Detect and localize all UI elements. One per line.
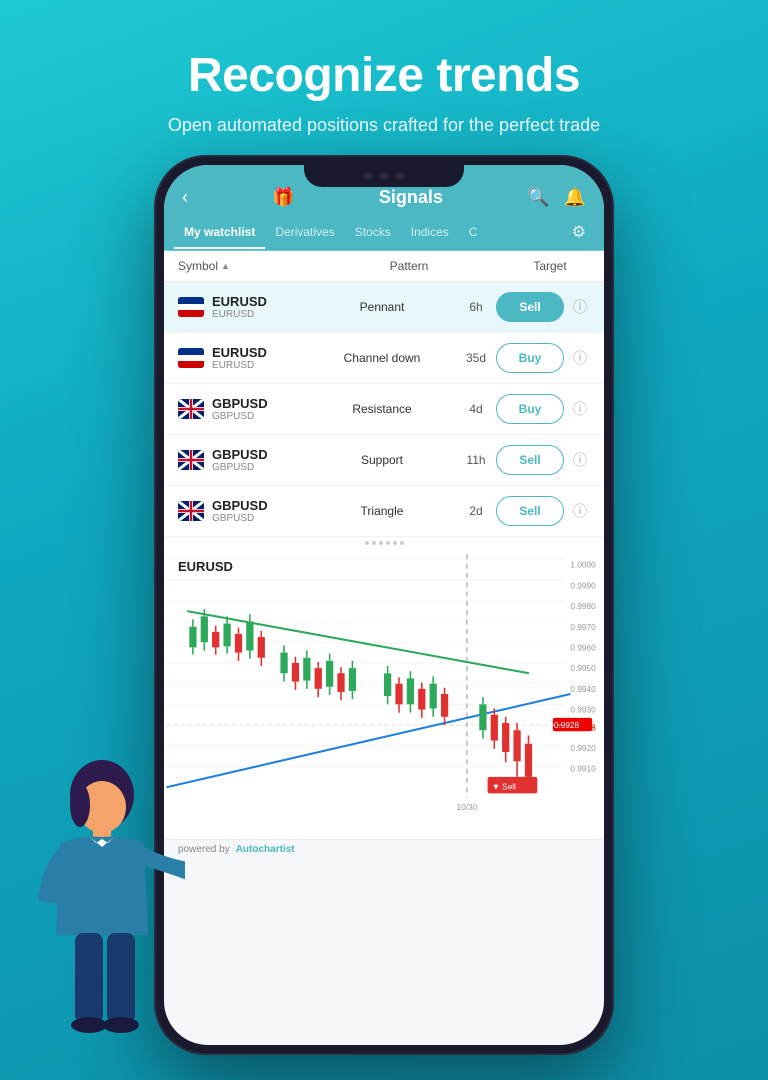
symbol-sub: GBPUSD — [212, 411, 268, 422]
symbol-block: GBPUSDGBPUSD — [178, 447, 308, 473]
signal-list: EURUSDEURUSDPennant6hSellⓘEURUSDEURUSDCh… — [164, 282, 604, 537]
info-icon[interactable]: ⓘ — [570, 348, 590, 368]
target-column-header: Target — [510, 259, 590, 273]
symbol-block: EURUSDEURUSD — [178, 294, 308, 320]
sell-button[interactable]: Sell — [496, 292, 564, 322]
candlestick-chart: 1.0000 0.9990 0.9980 0.9970 0.9960 0.995… — [164, 549, 604, 839]
svg-text:0.9920: 0.9920 — [570, 744, 596, 753]
volume-up-button — [154, 277, 156, 312]
symbol-column-header: Symbol ▲ — [178, 259, 308, 273]
bell-icon[interactable]: 🔔 — [564, 187, 586, 208]
svg-text:0.9970: 0.9970 — [570, 623, 596, 632]
info-icon[interactable]: ⓘ — [570, 297, 590, 317]
pattern-label: Resistance — [308, 402, 456, 416]
pattern-label: Support — [308, 453, 456, 467]
tab-more[interactable]: C — [459, 219, 488, 245]
symbol-name: EURUSD — [212, 294, 267, 309]
column-headers: Symbol ▲ Pattern Target — [164, 251, 604, 282]
symbol-sub: EURUSD — [212, 360, 267, 371]
autochartist-brand: Autochartist — [236, 844, 295, 855]
svg-text:0.9990: 0.9990 — [570, 581, 596, 590]
info-icon[interactable]: ⓘ — [570, 450, 590, 470]
symbol-sub: EURUSD — [212, 309, 267, 320]
signal-row[interactable]: GBPUSDGBPUSDResistance4dBuyⓘ — [164, 384, 604, 435]
buy-button[interactable]: Buy — [496, 394, 564, 424]
svg-text:0.9928: 0.9928 — [554, 721, 580, 730]
signal-row[interactable]: EURUSDEURUSDPennant6hSellⓘ — [164, 282, 604, 333]
signal-row[interactable]: EURUSDEURUSDChannel down35dBuyⓘ — [164, 333, 604, 384]
phone-notch — [304, 165, 464, 187]
pattern-label: Channel down — [308, 351, 456, 365]
power-button — [612, 297, 614, 357]
time-label: 35d — [456, 351, 496, 365]
svg-text:0.9950: 0.9950 — [570, 664, 596, 673]
symbol-name: GBPUSD — [212, 498, 268, 513]
pattern-label: Triangle — [308, 504, 456, 518]
person-illustration — [20, 755, 185, 1065]
svg-text:0.9940: 0.9940 — [570, 685, 596, 694]
buy-button[interactable]: Buy — [496, 343, 564, 373]
drag-handle — [164, 537, 604, 549]
sell-button[interactable]: Sell — [496, 445, 564, 475]
time-label: 11h — [456, 453, 496, 467]
time-label: 4d — [456, 402, 496, 416]
chart-symbol-label: EURUSD — [178, 559, 233, 574]
tab-bar: My watchlist Derivatives Stocks Indices … — [164, 218, 604, 251]
svg-text:▼ Sell: ▼ Sell — [492, 782, 516, 791]
phone-screen: ‹ 🎁 Signals 🔍 🔔 My watchlist Derivatives… — [164, 165, 604, 1045]
tab-derivatives[interactable]: Derivatives — [265, 219, 344, 245]
symbol-block: EURUSDEURUSD — [178, 345, 308, 371]
time-label: 6h — [456, 300, 496, 314]
symbol-block: GBPUSDGBPUSD — [178, 396, 308, 422]
pattern-label: Pennant — [308, 300, 456, 314]
svg-text:0.9980: 0.9980 — [570, 602, 596, 611]
chart-footer: powered by Autochartist — [164, 839, 604, 859]
tab-indices[interactable]: Indices — [401, 219, 459, 245]
svg-text:1.0000: 1.0000 — [570, 561, 596, 570]
signal-row[interactable]: GBPUSDGBPUSDTriangle2dSellⓘ — [164, 486, 604, 537]
pattern-column-header: Pattern — [308, 259, 510, 273]
volume-down-button — [154, 327, 156, 362]
info-icon[interactable]: ⓘ — [570, 399, 590, 419]
svg-text:0.9910: 0.9910 — [570, 765, 596, 774]
symbol-sub: GBPUSD — [212, 462, 268, 473]
symbol-sub: GBPUSD — [212, 513, 268, 524]
tab-my-watchlist[interactable]: My watchlist — [174, 219, 265, 245]
settings-icon[interactable]: ⚙ — [564, 218, 594, 246]
info-icon[interactable]: ⓘ — [570, 501, 590, 521]
sell-button[interactable]: Sell — [496, 496, 564, 526]
signal-row[interactable]: GBPUSDGBPUSDSupport11hSellⓘ — [164, 435, 604, 486]
app-title: Signals — [379, 187, 443, 208]
symbol-name: GBPUSD — [212, 396, 268, 411]
symbol-name: EURUSD — [212, 345, 267, 360]
hero-title: Recognize trends — [0, 0, 768, 103]
back-button[interactable]: ‹ — [182, 187, 188, 208]
time-label: 2d — [456, 504, 496, 518]
hero-subtitle: Open automated positions crafted for the… — [0, 115, 768, 136]
phone-frame: ‹ 🎁 Signals 🔍 🔔 My watchlist Derivatives… — [154, 155, 614, 1055]
gift-icon[interactable]: 🎁 — [272, 187, 294, 208]
tab-stocks[interactable]: Stocks — [345, 219, 401, 245]
svg-text:0.9960: 0.9960 — [570, 644, 596, 653]
symbol-name: GBPUSD — [212, 447, 268, 462]
search-icon[interactable]: 🔍 — [527, 187, 549, 208]
svg-text:0.9930: 0.9930 — [570, 706, 596, 715]
chart-area: EURUSD 1.0000 0.9990 0.9980 0.9970 0.996… — [164, 549, 604, 839]
symbol-block: GBPUSDGBPUSD — [178, 498, 308, 524]
svg-text:10/30: 10/30 — [457, 803, 478, 812]
powered-by-label: powered by — [178, 844, 230, 855]
